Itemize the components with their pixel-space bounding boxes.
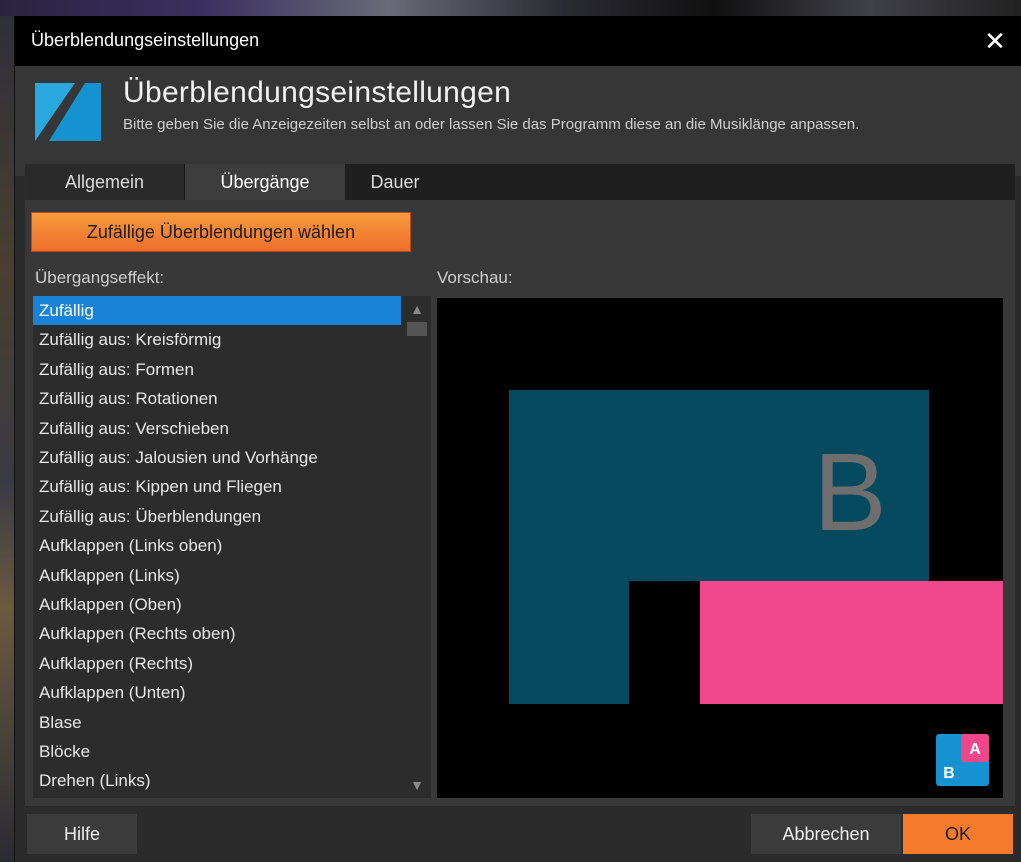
desktop-background: [0, 0, 1021, 16]
slide-a-shape: [700, 581, 1003, 704]
ok-button[interactable]: OK: [903, 814, 1013, 854]
tab-dauer[interactable]: Dauer: [345, 164, 445, 200]
help-button[interactable]: Hilfe: [27, 814, 137, 854]
header-title: Überblendungseinstellungen: [123, 76, 512, 109]
list-item[interactable]: Aufklappen (Unten): [33, 678, 401, 707]
dialog-header: Überblendungseinstellungen Bitte geben S…: [15, 66, 1021, 176]
preview-canvas: B A B: [509, 390, 1003, 786]
list-item[interactable]: Aufklappen (Oben): [33, 590, 401, 619]
slides-badge-icon: A B: [936, 734, 989, 786]
list-item[interactable]: Aufklappen (Rechts): [33, 649, 401, 678]
list-item[interactable]: Blöcke: [33, 737, 401, 766]
list-item[interactable]: Zufällig aus: Verschieben: [33, 414, 401, 443]
list-item[interactable]: Aufklappen (Rechts oben): [33, 619, 401, 648]
transition-preview: B A B: [437, 298, 1003, 798]
tab-bar: Allgemein Übergänge Dauer: [25, 164, 1015, 200]
scroll-up-icon[interactable]: ▲: [403, 298, 431, 320]
close-icon[interactable]: ✕: [978, 24, 1012, 58]
desktop-background-edge: [0, 16, 14, 862]
list-item[interactable]: Zufällig aus: Jalousien und Vorhänge: [33, 443, 401, 472]
transition-effect-list[interactable]: Zufällig Zufällig aus: Kreisförmig Zufäl…: [33, 296, 431, 798]
title-bar: Überblendungseinstellungen ✕: [15, 16, 1021, 66]
random-transitions-button[interactable]: Zufällige Überblendungen wählen: [31, 212, 411, 252]
badge-b-label: B: [943, 765, 955, 782]
list-item[interactable]: Zufällig aus: Kippen und Fliegen: [33, 472, 401, 501]
dialog-footer: Hilfe Abbrechen OK: [15, 808, 1021, 862]
preview-label: Vorschau:: [437, 268, 513, 287]
tab-uebergaenge[interactable]: Übergänge: [185, 164, 345, 200]
list-item[interactable]: Zufällig aus: Rotationen: [33, 384, 401, 413]
list-item[interactable]: Aufklappen (Links): [33, 561, 401, 590]
slide-b-letter: B: [813, 431, 886, 554]
list-scrollbar[interactable]: ▲ ▼: [403, 296, 431, 798]
transitions-panel: Zufällige Überblendungen wählen Übergang…: [25, 200, 1015, 806]
effect-list-label: Übergangseffekt:: [35, 268, 165, 287]
transition-logo-icon: [35, 83, 101, 141]
list-item[interactable]: Blase: [33, 708, 401, 737]
tab-allgemein[interactable]: Allgemein: [25, 164, 185, 200]
window-title: Überblendungseinstellungen: [31, 30, 260, 50]
badge-a-label: A: [969, 741, 981, 758]
list-item[interactable]: Zufällig: [33, 296, 401, 325]
cancel-button[interactable]: Abbrechen: [751, 814, 901, 854]
list-item[interactable]: Aufklappen (Links oben): [33, 531, 401, 560]
list-item[interactable]: Zufällig aus: Überblendungen: [33, 502, 401, 531]
list-item[interactable]: Zufällig aus: Formen: [33, 355, 401, 384]
list-item[interactable]: Zufällig aus: Kreisförmig: [33, 325, 401, 354]
scroll-down-icon[interactable]: ▼: [403, 774, 431, 796]
scroll-thumb[interactable]: [407, 322, 427, 336]
list-item[interactable]: Drehen (Links): [33, 766, 401, 795]
transition-settings-dialog: Überblendungseinstellungen ✕ Überblendun…: [14, 16, 1021, 862]
header-subtitle: Bitte geben Sie die Anzeigezeiten selbst…: [123, 116, 860, 133]
